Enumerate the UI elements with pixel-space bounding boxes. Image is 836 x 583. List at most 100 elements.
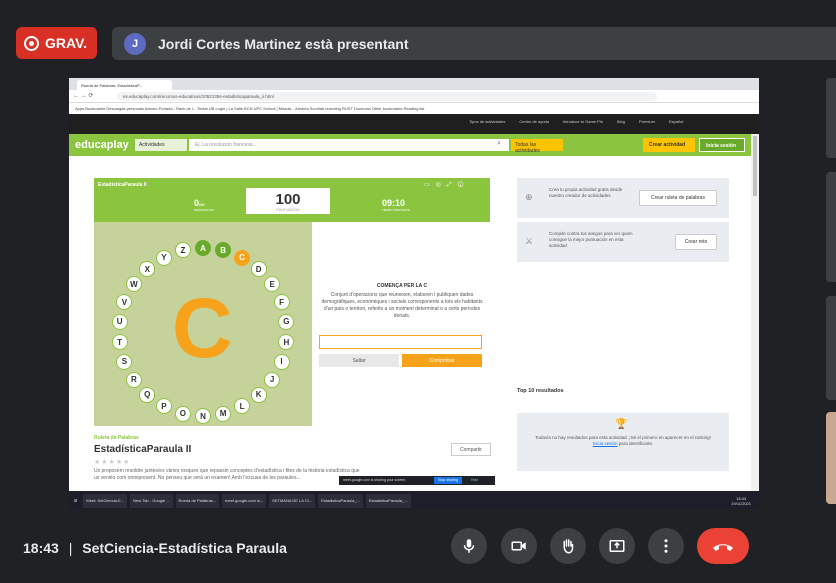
taskbar-item[interactable]: EstadisticaParaula_... bbox=[318, 493, 363, 508]
game-header: EstadísticaParaula II 0/26 RESPUESTAS 10… bbox=[94, 178, 490, 222]
nav-arrows-icon[interactable]: ← → ⟳ bbox=[73, 92, 93, 99]
meeting-name: SetCiencia-Estadística Paraula bbox=[82, 540, 287, 556]
wheel-letter: E bbox=[264, 276, 281, 293]
wheel-letter: W bbox=[125, 276, 142, 293]
wheel-letter: Z bbox=[174, 242, 191, 259]
scrollbar-thumb[interactable] bbox=[753, 136, 757, 196]
participant-tile[interactable] bbox=[826, 172, 836, 282]
top-nav: Tipos de actividades Centro de ayuda Int… bbox=[69, 114, 759, 134]
present-button[interactable] bbox=[599, 528, 635, 564]
taskbar-item[interactable]: New Tab - Google ... bbox=[130, 493, 173, 508]
wheel-letter: S bbox=[116, 353, 133, 370]
mic-icon bbox=[463, 539, 475, 553]
wheel-letter: H bbox=[278, 334, 295, 351]
wheel-letter: U bbox=[111, 313, 128, 330]
clue-panel: COMENÇA PER LA C Conjunt d'operacions qu… bbox=[319, 283, 485, 320]
participant-tile[interactable] bbox=[826, 296, 836, 400]
meeting-info: 18:43 | SetCiencia-Estadística Paraula bbox=[23, 540, 287, 556]
wheel-letter: M bbox=[215, 405, 232, 422]
taskbar-item[interactable]: Meet: SetCiencia-E... bbox=[83, 493, 128, 508]
answer-input[interactable] bbox=[319, 335, 482, 349]
wheel-letter: Q bbox=[139, 386, 156, 403]
address-bar-row: ← → ⟳ es.educaplay.com/recursos-educativ… bbox=[69, 90, 759, 103]
wheel-letter: D bbox=[250, 261, 267, 278]
create-activity-button[interactable]: Crear actividad bbox=[643, 138, 695, 152]
activity-category[interactable]: Ruleta de Palabras bbox=[94, 435, 139, 441]
wheel-letter: Y bbox=[155, 249, 172, 266]
wheel-letter: I bbox=[273, 353, 290, 370]
rating-stars[interactable]: ★★★★★ bbox=[94, 458, 130, 466]
participant-tile[interactable] bbox=[826, 78, 836, 158]
bookmarks-bar[interactable]: Apps Bookmarks Descargas personals Atene… bbox=[69, 104, 759, 113]
game-toolbar-icons[interactable]: ▭◎⤢ⓘ bbox=[424, 181, 469, 189]
taskbar-item[interactable]: SETMANA DE LA CI... bbox=[269, 493, 316, 508]
score-label: PUNTUACIÓN bbox=[276, 208, 300, 212]
stop-sharing-button[interactable]: Stop sharing bbox=[434, 477, 462, 484]
share-button[interactable]: Compartir bbox=[451, 443, 491, 456]
wheel-letter: R bbox=[125, 371, 142, 388]
nav-link[interactable]: Tipos de actividades bbox=[469, 119, 505, 124]
nav-link[interactable]: Blog bbox=[617, 119, 625, 124]
camera-button[interactable] bbox=[501, 528, 537, 564]
trophy-icon: 🏆 bbox=[615, 419, 628, 430]
score-box: 100 PUNTUACIÓN bbox=[246, 188, 330, 214]
score: 100 bbox=[275, 191, 301, 208]
wheel-letter: G bbox=[278, 313, 295, 330]
nav-link[interactable]: Premium bbox=[639, 119, 655, 124]
browser-tab[interactable]: Rueda de Palabras: EstadísticaP... bbox=[77, 80, 172, 90]
mic-button[interactable] bbox=[451, 528, 487, 564]
participant-tile[interactable] bbox=[826, 412, 836, 504]
sharing-text: meet.google.com is sharing your screen. bbox=[343, 478, 407, 482]
taskbar-clock[interactable]: 18:43 19/11/2021 bbox=[731, 496, 759, 506]
wheel-letter: B bbox=[215, 242, 232, 259]
nav-link[interactable]: Centro de ayuda bbox=[519, 119, 549, 124]
more-icon bbox=[664, 539, 668, 553]
login-link[interactable]: Inicia sesión bbox=[593, 441, 618, 446]
activity-title: EstadísticaParaula II bbox=[94, 444, 192, 455]
top10-heading: Top 10 resultados bbox=[517, 388, 564, 394]
taskbar-item[interactable]: EstadisticaParaula_... bbox=[365, 493, 411, 508]
challenge-card: ⚔ Compite contra tus amigos para ver qui… bbox=[517, 222, 729, 262]
search-input[interactable]: Ej. La revolución francesa... bbox=[189, 139, 509, 151]
raise-hand-button[interactable] bbox=[550, 528, 586, 564]
scrollbar[interactable] bbox=[751, 134, 759, 491]
nav-link[interactable]: Introduce tu Game Pin bbox=[563, 119, 603, 124]
clue-header: COMENÇA PER LA C bbox=[376, 283, 428, 289]
create-challenge-button[interactable]: Crear reto bbox=[675, 234, 717, 250]
avatar: J bbox=[124, 32, 146, 55]
skip-button[interactable]: Saltar bbox=[319, 354, 399, 367]
wheel-letter: V bbox=[116, 294, 133, 311]
login-button[interactable]: Inicia sesión bbox=[699, 138, 745, 152]
check-button[interactable]: Comprobar bbox=[402, 354, 482, 367]
end-call-button[interactable] bbox=[697, 528, 749, 564]
end-call-icon bbox=[713, 544, 733, 551]
wheel-letter: P bbox=[155, 398, 172, 415]
current-letter: C bbox=[172, 281, 233, 375]
wheel-letter: O bbox=[174, 405, 191, 422]
logo[interactable]: educaplay bbox=[75, 139, 129, 151]
taskbar-item[interactable]: Rueda de Palabras... bbox=[175, 493, 220, 508]
url-field[interactable]: es.educaplay.com/recursos-educativos/105… bbox=[117, 92, 657, 101]
browser-tab-bar: Rueda de Palabras: EstadísticaP... bbox=[69, 78, 759, 90]
sub-nav: Tipos de actividades Centro de ayuda Int… bbox=[469, 119, 683, 124]
record-icon bbox=[24, 35, 39, 51]
present-icon bbox=[609, 540, 625, 552]
more-button[interactable] bbox=[648, 528, 684, 564]
create-wheel-button[interactable]: Crear ruleta de palabras bbox=[639, 190, 717, 206]
all-activities-button[interactable]: Todas las actividades bbox=[511, 139, 563, 154]
start-icon[interactable]: ⊞ bbox=[71, 493, 81, 508]
presenter-text: Jordi Cortes Martinez està presentant bbox=[158, 35, 409, 52]
taskbar-item[interactable]: meet.google.com is... bbox=[222, 493, 267, 508]
wheel-letter: K bbox=[250, 386, 267, 403]
hide-button[interactable]: Hide bbox=[471, 478, 478, 482]
plus-icon: ⊕ bbox=[525, 192, 533, 202]
nav-link[interactable]: Español bbox=[669, 119, 683, 124]
answered-count: 0/26 RESPUESTAS bbox=[194, 198, 214, 212]
recording-indicator[interactable]: GRAV. bbox=[16, 27, 97, 59]
taskbar: ⊞ Meet: SetCiencia-E... New Tab - Google… bbox=[69, 491, 759, 510]
challenge-card-text: Compite contra tus amigos para ver quien… bbox=[549, 231, 633, 248]
search-icon[interactable]: ⌕ bbox=[497, 140, 501, 148]
game-title: EstadísticaParaula II bbox=[98, 182, 147, 188]
site-header: educaplay Actividades Ej. La revolución … bbox=[69, 134, 759, 156]
activities-select[interactable]: Actividades bbox=[135, 139, 187, 151]
